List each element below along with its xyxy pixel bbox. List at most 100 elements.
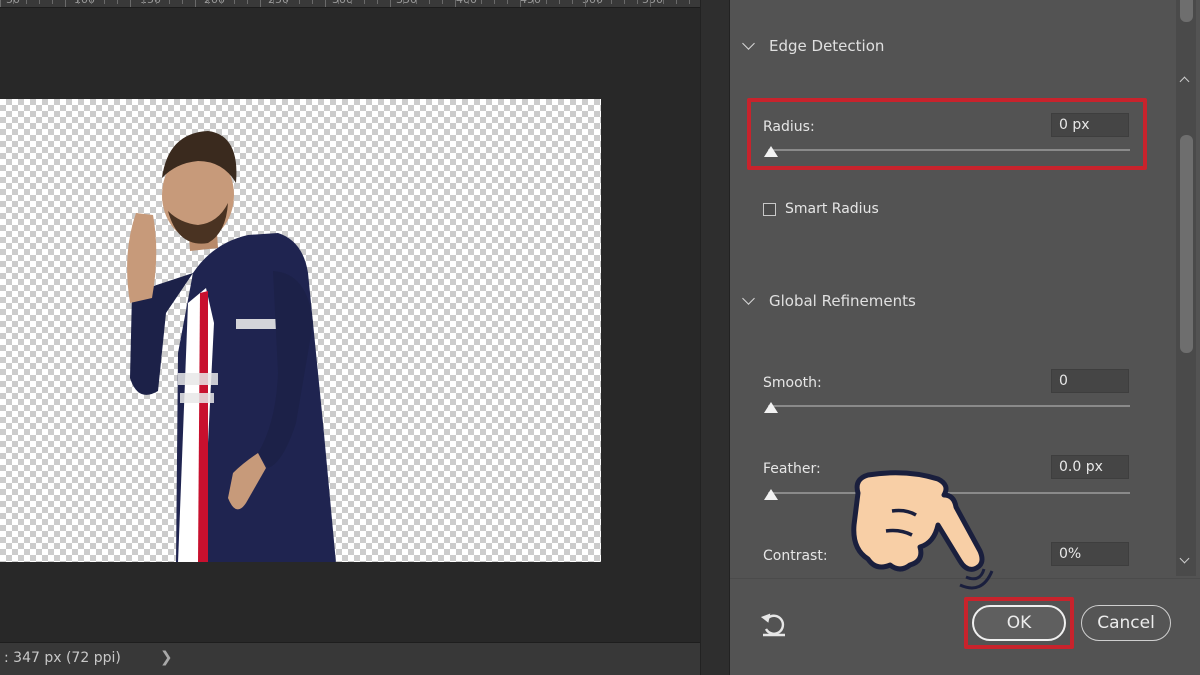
status-expand-arrow[interactable]: ❯ — [160, 648, 173, 666]
ruler-tick — [299, 0, 300, 4]
ruler-tick — [91, 0, 92, 4]
ruler-tick — [533, 0, 534, 4]
ruler-tick — [26, 0, 27, 4]
ruler-tick — [0, 0, 1, 7]
ruler-tick — [611, 0, 612, 4]
panel-scrollbar[interactable] — [1176, 0, 1196, 576]
ruler-tick — [130, 0, 131, 7]
scroll-down-arrow-icon[interactable] — [1179, 553, 1190, 564]
edge-detection-header[interactable]: Edge Detection — [742, 37, 885, 55]
panel-divider — [700, 0, 730, 675]
smooth-label: Smooth: — [763, 375, 822, 391]
radius-value-field[interactable]: 0 px — [1051, 113, 1129, 137]
feather-value-field[interactable]: 0.0 px — [1051, 455, 1129, 479]
ruler-tick — [663, 0, 664, 4]
ok-button[interactable]: OK — [972, 605, 1066, 641]
ruler-tick — [39, 0, 40, 4]
ruler-label: 450 — [520, 0, 541, 6]
ruler-tick — [377, 0, 378, 4]
scroll-up-arrow-icon[interactable] — [1179, 76, 1190, 87]
ruler-tick — [546, 0, 547, 4]
ruler-tick — [364, 0, 365, 4]
ruler-tick — [637, 0, 638, 4]
scrollbar-thumb[interactable] — [1180, 135, 1193, 353]
contrast-value-field[interactable]: 0% — [1051, 542, 1129, 566]
top-ruler: 50 100 150 200 250 300 350 400 450 500 5… — [0, 0, 700, 8]
feather-label: Feather: — [763, 461, 821, 477]
ruler-tick — [143, 0, 144, 4]
ruler-tick — [286, 0, 287, 4]
ruler-tick — [676, 0, 677, 4]
ruler-tick — [325, 0, 326, 7]
ruler-tick — [195, 0, 196, 7]
ruler-tick — [351, 0, 352, 4]
ruler-tick — [624, 0, 625, 4]
radius-label: Radius: — [763, 119, 815, 135]
ruler-tick — [182, 0, 183, 4]
ruler-tick — [234, 0, 235, 4]
player-cutout-image — [127, 131, 336, 562]
ruler-tick — [442, 0, 443, 4]
ruler-tick — [247, 0, 248, 4]
edge-detection-title: Edge Detection — [769, 37, 885, 55]
ruler-tick — [104, 0, 105, 4]
ruler-tick — [390, 0, 391, 7]
ruler-tick — [520, 0, 521, 7]
smooth-value-field[interactable]: 0 — [1051, 369, 1129, 393]
ruler-tick — [208, 0, 209, 4]
select-and-mask-properties-panel: Edge Detection Radius: 0 px Smart Radius… — [730, 0, 1200, 675]
ruler-label: 300 — [332, 0, 353, 6]
ruler-tick — [78, 0, 79, 4]
smart-radius-option[interactable]: Smart Radius — [763, 201, 879, 217]
cancel-button[interactable]: Cancel — [1081, 605, 1171, 641]
ruler-tick — [468, 0, 469, 4]
transparent-canvas[interactable] — [0, 99, 601, 562]
radius-slider-track[interactable] — [768, 149, 1130, 151]
reset-icon[interactable] — [760, 612, 788, 638]
footer-divider — [730, 578, 1200, 579]
ruler-tick — [338, 0, 339, 4]
ruler-tick — [481, 0, 482, 4]
ruler-tick — [416, 0, 417, 4]
ruler-tick — [689, 0, 690, 4]
ruler-tick — [273, 0, 274, 4]
ruler-label: 350 — [396, 0, 417, 6]
scrollbar-top-cap — [1180, 0, 1193, 22]
ruler-tick — [13, 0, 14, 4]
ruler-label: 400 — [456, 0, 477, 6]
ruler-tick — [221, 0, 222, 4]
chevron-down-icon — [742, 292, 755, 305]
ruler-tick — [585, 0, 586, 7]
ruler-tick — [572, 0, 573, 4]
feather-slider-track[interactable] — [768, 492, 1130, 494]
ruler-tick — [455, 0, 456, 7]
ruler-tick — [117, 0, 118, 4]
chevron-down-icon — [742, 37, 755, 50]
radius-slider-thumb[interactable] — [764, 146, 778, 157]
smart-radius-checkbox[interactable] — [763, 202, 776, 216]
ruler-tick — [650, 0, 651, 7]
global-refinements-header[interactable]: Global Refinements — [742, 292, 916, 310]
ruler-tick — [494, 0, 495, 4]
smooth-slider-track[interactable] — [768, 405, 1130, 407]
smart-radius-label: Smart Radius — [785, 201, 879, 217]
ruler-tick — [598, 0, 599, 4]
document-dimensions: : 347 px (72 ppi) — [4, 650, 121, 666]
ruler-tick — [156, 0, 157, 4]
ruler-tick — [65, 0, 66, 7]
status-bar: : 347 px (72 ppi) ❯ — [0, 642, 700, 675]
ruler-tick — [312, 0, 313, 4]
ruler-tick — [52, 0, 53, 4]
canvas-workspace: 50 100 150 200 250 300 350 400 450 500 5… — [0, 0, 700, 675]
feather-slider-thumb[interactable] — [764, 489, 778, 500]
ruler-tick — [169, 0, 170, 4]
ruler-tick — [429, 0, 430, 4]
global-refinements-title: Global Refinements — [769, 292, 916, 310]
ruler-label: 550 — [642, 0, 663, 6]
ruler-tick — [559, 0, 560, 4]
ruler-tick — [260, 0, 261, 7]
contrast-label: Contrast: — [763, 548, 828, 564]
ruler-tick — [403, 0, 404, 4]
smooth-slider-thumb[interactable] — [764, 402, 778, 413]
ruler-tick — [507, 0, 508, 4]
